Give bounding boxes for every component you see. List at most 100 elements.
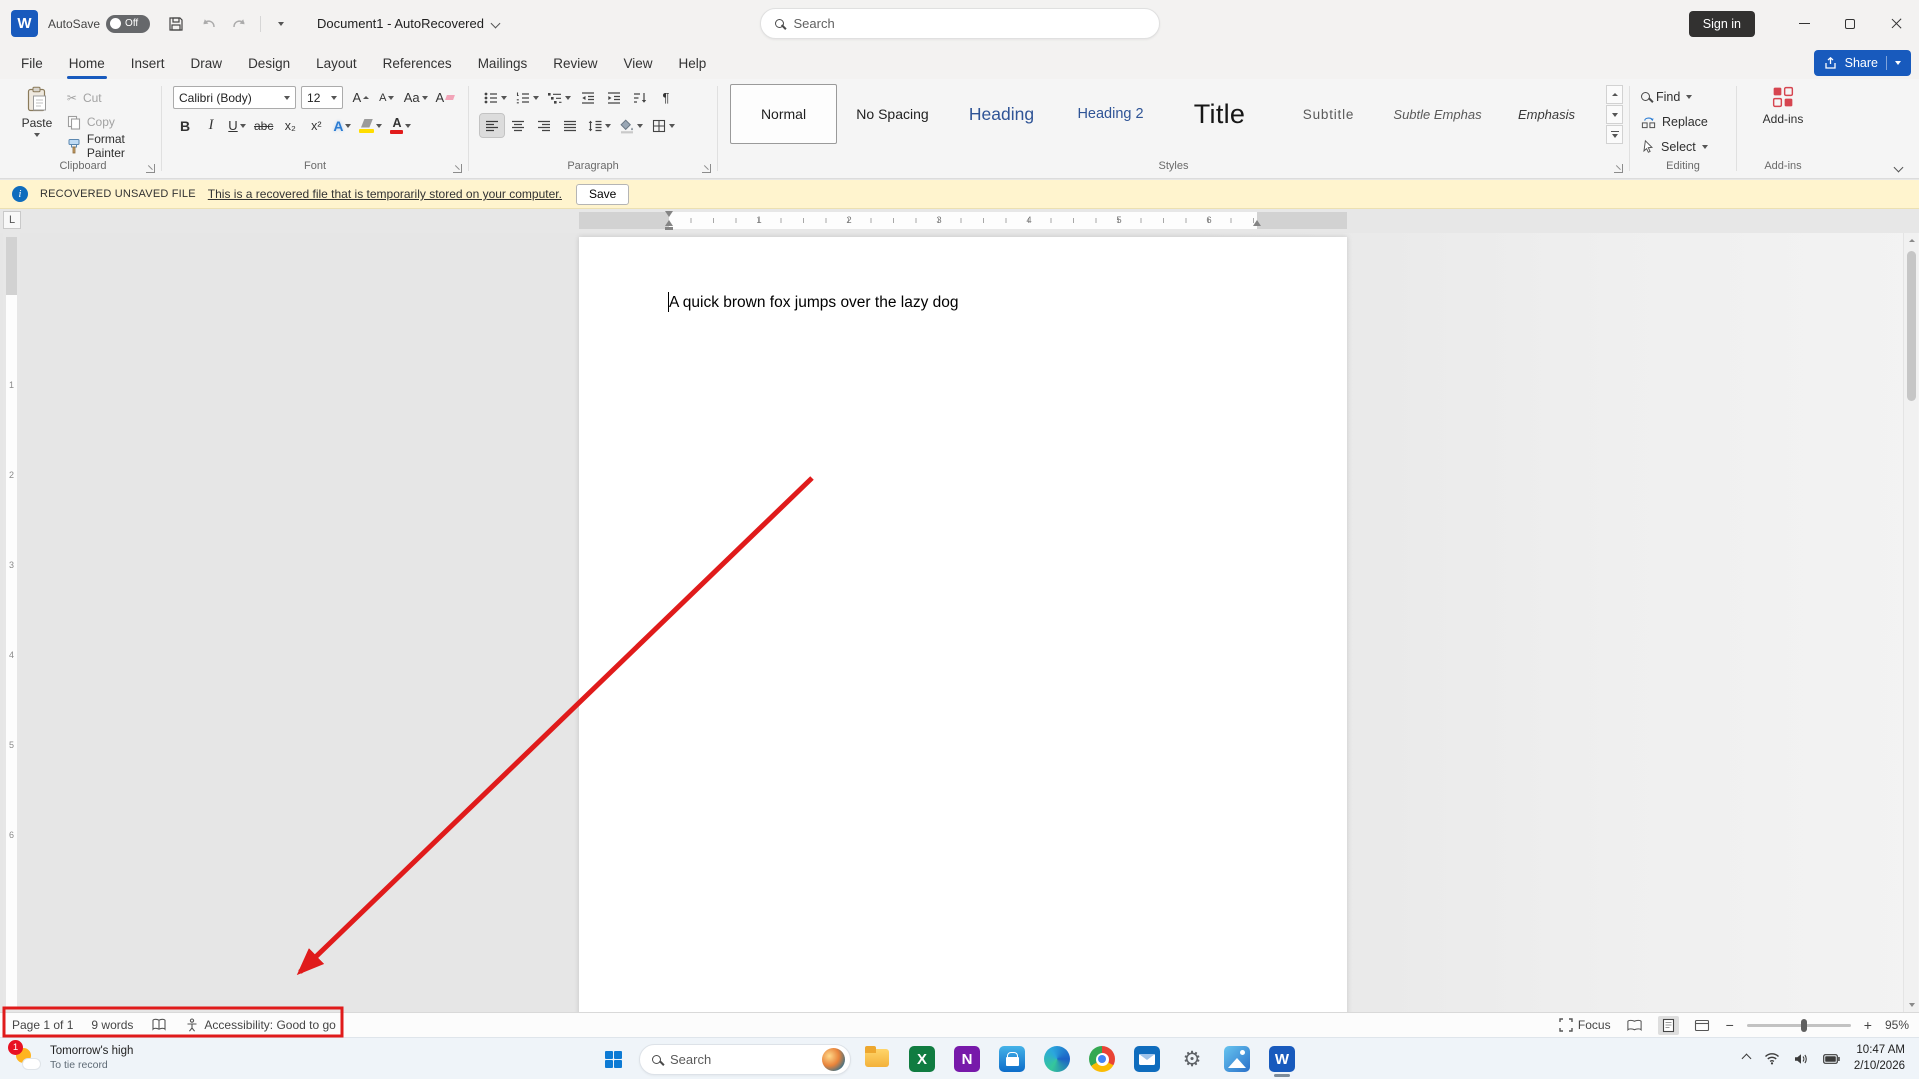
tab-home[interactable]: Home bbox=[56, 47, 118, 79]
paste-button[interactable]: Paste bbox=[16, 84, 58, 159]
titlebar-search[interactable]: Search bbox=[759, 8, 1160, 39]
font-color-button[interactable]: A bbox=[387, 114, 414, 137]
tab-draw[interactable]: Draw bbox=[178, 47, 236, 79]
first-line-indent-marker[interactable] bbox=[664, 211, 673, 217]
autosave-toggle[interactable]: AutoSave Off bbox=[48, 14, 151, 33]
read-mode-button[interactable] bbox=[1624, 1016, 1645, 1035]
zoom-out-button[interactable]: − bbox=[1726, 1018, 1734, 1032]
zoom-slider[interactable] bbox=[1746, 1018, 1851, 1032]
undo-button[interactable] bbox=[196, 12, 220, 36]
style-subtle-emphasis[interactable]: Subtle Emphas bbox=[1384, 84, 1491, 144]
start-button[interactable] bbox=[594, 1040, 632, 1078]
increase-indent-button[interactable] bbox=[602, 86, 626, 109]
line-spacing-button[interactable] bbox=[584, 114, 614, 137]
edge-button[interactable] bbox=[1038, 1040, 1076, 1078]
excel-button[interactable]: X bbox=[903, 1040, 941, 1078]
replace-button[interactable]: Replace bbox=[1641, 111, 1725, 132]
zoom-level[interactable]: 95% bbox=[1885, 1018, 1909, 1032]
font-name-select[interactable]: Calibri (Body) bbox=[173, 86, 297, 109]
find-button[interactable]: Find bbox=[1641, 86, 1725, 107]
multilevel-list-button[interactable] bbox=[544, 86, 574, 109]
underline-button[interactable]: U bbox=[225, 114, 249, 137]
borders-button[interactable] bbox=[648, 114, 678, 137]
copy-button[interactable]: Copy bbox=[62, 111, 150, 133]
tab-file[interactable]: File bbox=[8, 47, 56, 79]
proofing-button[interactable] bbox=[151, 1018, 167, 1032]
tab-design[interactable]: Design bbox=[235, 47, 303, 79]
taskbar-search[interactable]: Search bbox=[639, 1043, 851, 1075]
tab-selector[interactable]: L bbox=[3, 211, 21, 229]
volume-icon[interactable] bbox=[1794, 1053, 1809, 1065]
tab-references[interactable]: References bbox=[370, 47, 465, 79]
tab-view[interactable]: View bbox=[610, 47, 665, 79]
clock[interactable]: 10:47 AM 2/10/2026 bbox=[1854, 1043, 1905, 1074]
paragraph-dialog-launcher[interactable] bbox=[702, 164, 711, 173]
wifi-icon[interactable] bbox=[1764, 1052, 1780, 1065]
subscript-button[interactable]: x₂ bbox=[278, 114, 302, 137]
align-right-button[interactable] bbox=[532, 114, 556, 137]
style-normal[interactable]: Normal bbox=[730, 84, 837, 144]
maximize-button[interactable] bbox=[1827, 0, 1873, 47]
accessibility-status[interactable]: Accessibility: Good to go bbox=[185, 1018, 336, 1032]
document-page[interactable]: A quick brown fox jumps over the lazy do… bbox=[579, 237, 1347, 1079]
style-heading-1[interactable]: Heading bbox=[948, 84, 1055, 144]
collapse-ribbon-button[interactable] bbox=[1887, 158, 1909, 176]
sort-button[interactable] bbox=[628, 86, 652, 109]
style-subtitle[interactable]: Subtitle bbox=[1275, 84, 1382, 144]
scrollbar-thumb[interactable] bbox=[1907, 251, 1916, 401]
bullets-button[interactable] bbox=[480, 86, 510, 109]
gallery-down-button[interactable] bbox=[1606, 105, 1623, 124]
numbering-button[interactable] bbox=[512, 86, 542, 109]
file-explorer-button[interactable] bbox=[858, 1040, 896, 1078]
scroll-down-button[interactable] bbox=[1904, 997, 1919, 1012]
tray-overflow-button[interactable] bbox=[1741, 1053, 1752, 1064]
vertical-ruler[interactable]: 1 2 3 4 5 6 bbox=[3, 233, 20, 1011]
word-count[interactable]: 9 words bbox=[91, 1018, 133, 1032]
tab-review[interactable]: Review bbox=[540, 47, 610, 79]
clear-formatting-button[interactable]: A bbox=[433, 86, 458, 109]
italic-button[interactable]: I bbox=[199, 114, 223, 137]
right-indent-marker[interactable] bbox=[1252, 220, 1261, 226]
battery-icon[interactable] bbox=[1822, 1053, 1840, 1064]
minimize-button[interactable] bbox=[1781, 0, 1827, 47]
web-layout-button[interactable] bbox=[1692, 1016, 1713, 1035]
tab-layout[interactable]: Layout bbox=[303, 47, 370, 79]
select-button[interactable]: Select bbox=[1641, 136, 1725, 157]
styles-dialog-launcher[interactable] bbox=[1614, 164, 1623, 173]
font-dialog-launcher[interactable] bbox=[453, 164, 462, 173]
banner-save-button[interactable]: Save bbox=[575, 183, 630, 205]
font-size-select[interactable]: 12 bbox=[301, 86, 343, 109]
justify-button[interactable] bbox=[558, 114, 582, 137]
page-indicator[interactable]: Page 1 of 1 bbox=[12, 1018, 73, 1032]
highlight-button[interactable] bbox=[356, 114, 385, 137]
addins-button[interactable]: Add-ins bbox=[1763, 86, 1803, 126]
cut-button[interactable]: ✂ Cut bbox=[62, 87, 150, 109]
align-center-button[interactable] bbox=[506, 114, 530, 137]
left-indent-marker[interactable] bbox=[665, 226, 673, 230]
style-title[interactable]: Title bbox=[1166, 84, 1273, 144]
tab-help[interactable]: Help bbox=[666, 47, 720, 79]
tab-insert[interactable]: Insert bbox=[118, 47, 178, 79]
style-emphasis[interactable]: Emphasis bbox=[1493, 84, 1600, 144]
close-button[interactable] bbox=[1873, 0, 1919, 47]
show-paragraph-marks-button[interactable]: ¶ bbox=[654, 86, 678, 109]
outlook-button[interactable] bbox=[1128, 1040, 1166, 1078]
change-case-button[interactable]: Aa bbox=[401, 86, 431, 109]
save-button[interactable] bbox=[164, 12, 188, 36]
document-title[interactable]: Document1 - AutoRecovered bbox=[317, 16, 501, 31]
print-layout-button[interactable] bbox=[1657, 1015, 1679, 1035]
text-effects-button[interactable]: A bbox=[330, 114, 354, 137]
word-app-icon[interactable]: W bbox=[11, 10, 38, 37]
clipboard-dialog-launcher[interactable] bbox=[146, 164, 155, 173]
focus-button[interactable]: Focus bbox=[1559, 1018, 1611, 1032]
zoom-slider-knob[interactable] bbox=[1800, 1018, 1807, 1032]
settings-button[interactable]: ⚙ bbox=[1173, 1040, 1211, 1078]
align-left-button[interactable] bbox=[479, 113, 505, 138]
banner-message-link[interactable]: This is a recovered file that is tempora… bbox=[208, 187, 562, 201]
autosave-pill[interactable]: Off bbox=[106, 14, 151, 33]
zoom-in-button[interactable]: + bbox=[1864, 1018, 1872, 1032]
bold-button[interactable]: B bbox=[173, 114, 197, 137]
weather-widget[interactable]: 1 Tomorrow's high To tie record bbox=[0, 1038, 147, 1079]
horizontal-ruler[interactable]: 1 2 3 4 5 6 bbox=[579, 211, 1347, 230]
customize-toolbar-icon[interactable] bbox=[269, 12, 293, 36]
